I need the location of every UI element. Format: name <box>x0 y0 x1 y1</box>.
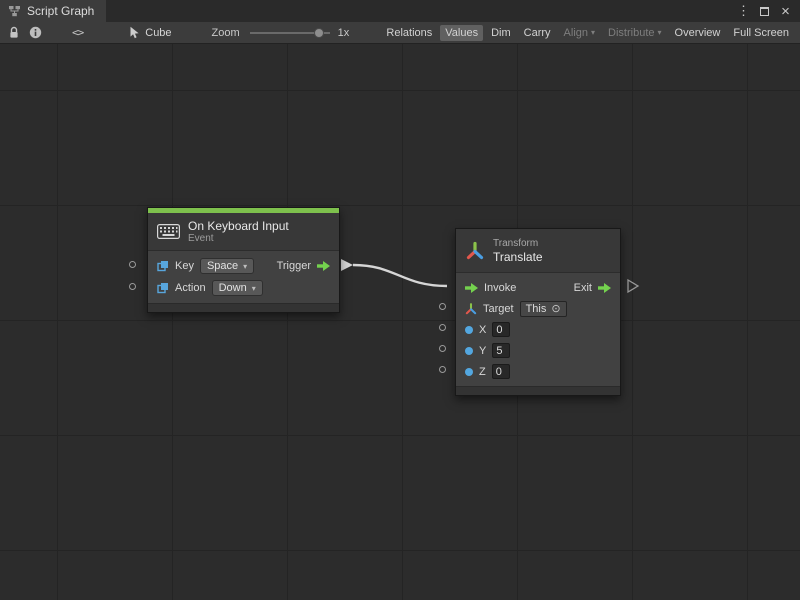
lock-icon[interactable] <box>8 23 20 43</box>
tab-title: Script Graph <box>27 4 94 18</box>
keyboard-icon <box>157 224 180 239</box>
tab-script-graph[interactable]: Script Graph <box>0 0 106 22</box>
node-titles: On Keyboard Input Event <box>188 219 289 245</box>
action-dropdown-value: Down <box>219 282 247 294</box>
enum-port-icon <box>157 260 169 272</box>
y-input-port[interactable] <box>439 345 446 352</box>
node-title: Translate <box>493 250 543 264</box>
maximize-icon[interactable] <box>756 2 773 20</box>
node-title: On Keyboard Input <box>188 219 289 233</box>
object-picker-icon[interactable]: ⊙ <box>551 302 560 315</box>
enum-port-icon <box>157 282 169 294</box>
graph-canvas[interactable]: On Keyboard Input Event Key Space ▾ Trig… <box>0 44 800 600</box>
relations-button[interactable]: Relations <box>381 25 437 41</box>
flow-arrow-icon[interactable] <box>317 261 330 271</box>
node-subtitle: Event <box>188 233 289 245</box>
target-object-field[interactable]: This ⊙ <box>520 301 567 317</box>
x-port-row: X <box>456 319 620 340</box>
align-button-label: Align <box>564 27 588 39</box>
key-port-label: Key <box>175 260 194 272</box>
node-header: On Keyboard Input Event <box>148 213 339 251</box>
flow-arrow-icon[interactable] <box>598 283 611 293</box>
target-input-port[interactable] <box>439 303 446 310</box>
transform-icon <box>465 241 485 261</box>
action-input-port[interactable] <box>129 283 136 290</box>
y-port-row: Y <box>456 340 620 361</box>
code-icon[interactable]: <> <box>72 23 83 43</box>
dim-button[interactable]: Dim <box>486 25 516 41</box>
cursor-icon <box>129 26 140 39</box>
zoom-slider-handle[interactable] <box>314 28 324 38</box>
z-value-input[interactable] <box>492 364 510 379</box>
chevron-down-icon: ▾ <box>252 284 256 293</box>
exit-output-triangle[interactable] <box>628 280 638 292</box>
trigger-output-triangle[interactable] <box>341 259 353 271</box>
carry-button[interactable]: Carry <box>519 25 556 41</box>
action-dropdown[interactable]: Down ▾ <box>212 280 263 296</box>
script-graph-icon <box>8 5 21 17</box>
target-port-label: Target <box>483 303 514 315</box>
x-value-input[interactable] <box>492 322 510 337</box>
node-category: Transform <box>493 238 543 250</box>
x-port-label: X <box>479 324 486 336</box>
x-input-port[interactable] <box>439 324 446 331</box>
distribute-button-label: Distribute <box>608 27 654 39</box>
float-port-icon <box>465 347 473 355</box>
flow-arrow-icon[interactable] <box>465 283 478 293</box>
close-icon[interactable]: × <box>777 2 794 20</box>
float-port-icon <box>465 326 473 334</box>
zoom-value: 1x <box>338 27 350 39</box>
key-dropdown-value: Space <box>207 260 238 272</box>
overview-button[interactable]: Overview <box>670 25 726 41</box>
y-port-label: Y <box>479 345 486 357</box>
z-port-row: Z <box>456 361 620 382</box>
zoom-label: Zoom <box>212 27 240 39</box>
chevron-down-icon: ▾ <box>243 262 247 271</box>
node-body: Invoke Exit Target This ⊙ <box>456 273 620 386</box>
connection-layer <box>0 44 800 600</box>
menu-icon[interactable]: ⋮ <box>735 2 752 20</box>
graph-target[interactable]: Cube <box>129 26 171 39</box>
float-port-icon <box>465 368 473 376</box>
z-input-port[interactable] <box>439 366 446 373</box>
node-titles: Transform Translate <box>493 238 543 264</box>
zoom-slider[interactable] <box>250 27 330 39</box>
invoke-exit-row: Invoke Exit <box>456 277 620 298</box>
node-footer <box>148 303 339 312</box>
window-titlebar: Script Graph ⋮ × <box>0 0 800 22</box>
exit-port-label: Exit <box>574 282 592 294</box>
maximize-glyph <box>760 7 769 16</box>
translate-node[interactable]: Transform Translate Invoke Exit <box>455 228 621 396</box>
target-port-row: Target This ⊙ <box>456 298 620 319</box>
full-screen-button[interactable]: Full Screen <box>728 25 794 41</box>
key-input-port[interactable] <box>129 261 136 268</box>
invoke-port-label: Invoke <box>484 282 516 294</box>
chevron-down-icon: ▾ <box>658 28 662 37</box>
z-port-label: Z <box>479 366 486 378</box>
info-icon[interactable] <box>29 23 42 43</box>
key-dropdown[interactable]: Space ▾ <box>200 258 254 274</box>
y-value-input[interactable] <box>492 343 510 358</box>
window-controls: ⋮ × <box>735 0 800 22</box>
target-name-label: Cube <box>145 27 171 39</box>
connection-wire[interactable] <box>353 265 447 286</box>
on-keyboard-input-node[interactable]: On Keyboard Input Event Key Space ▾ Trig… <box>147 207 340 313</box>
trigger-port-label: Trigger <box>277 260 311 272</box>
action-port-label: Action <box>175 282 206 294</box>
key-port-row: Key Space ▾ Trigger <box>148 255 339 277</box>
target-object-value: This <box>526 303 547 315</box>
toolbar-button-group: Relations Values Dim Carry Align ▾ Distr… <box>381 25 796 41</box>
axis-icon <box>465 303 477 315</box>
node-footer <box>456 386 620 395</box>
action-port-row: Action Down ▾ <box>148 277 339 299</box>
chevron-down-icon: ▾ <box>591 28 595 37</box>
align-button[interactable]: Align ▾ <box>559 25 600 41</box>
values-button[interactable]: Values <box>440 25 483 41</box>
node-body: Key Space ▾ Trigger Action <box>148 251 339 303</box>
node-header: Transform Translate <box>456 229 620 273</box>
graph-toolbar: <> Cube Zoom 1x Relations Values Dim Car… <box>0 22 800 44</box>
distribute-button[interactable]: Distribute ▾ <box>603 25 666 41</box>
